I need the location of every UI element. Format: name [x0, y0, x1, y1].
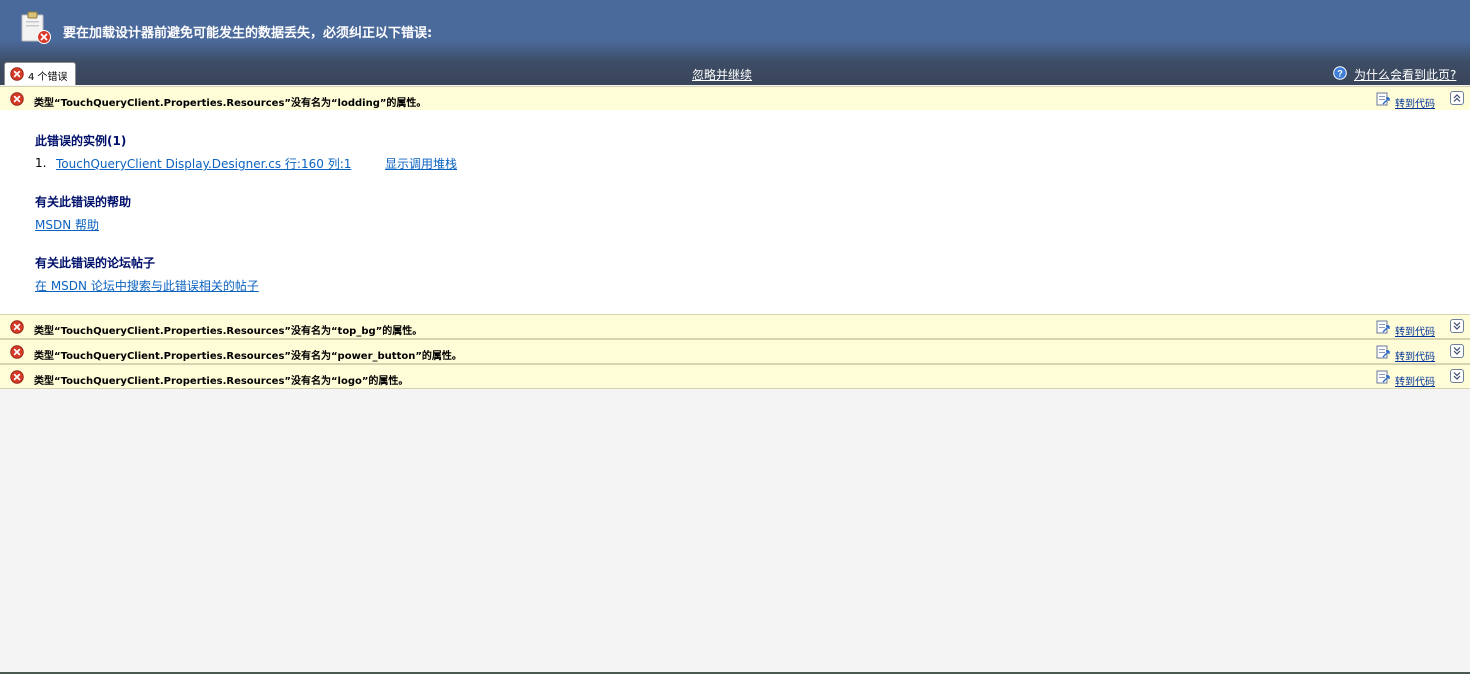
- svg-text:?: ?: [1337, 69, 1343, 79]
- error-row[interactable]: 类型“TouchQueryClient.Properties.Resources…: [0, 86, 1470, 111]
- msdn-forum-link[interactable]: 在 MSDN 论坛中搜索与此错误相关的帖子: [35, 277, 259, 294]
- chevron-down-double-icon: [1453, 372, 1461, 380]
- instance-link[interactable]: TouchQueryClient Display.Designer.cs 行:1…: [56, 155, 351, 172]
- show-call-stack-link[interactable]: 显示调用堆栈: [385, 155, 457, 172]
- error-header: 要在加载设计器前避免可能发生的数据丢失，必须纠正以下错误: 4 个错误 忽略并继…: [0, 0, 1470, 85]
- goto-code-link[interactable]: 转到代码: [1395, 95, 1435, 110]
- error-message: 类型“TouchQueryClient.Properties.Resources…: [34, 326, 423, 337]
- instances-title: 此错误的实例(1): [35, 134, 127, 148]
- error-row[interactable]: 类型“TouchQueryClient.Properties.Resources…: [0, 314, 1470, 339]
- chevron-up-double-icon: [1453, 94, 1461, 102]
- instance-number: 1.: [35, 156, 47, 170]
- expand-button[interactable]: [1450, 369, 1464, 383]
- page-title: 要在加载设计器前避免可能发生的数据丢失，必须纠正以下错误:: [63, 26, 433, 41]
- goto-code-icon[interactable]: [1376, 92, 1390, 106]
- why-see-page-link[interactable]: 为什么会看到此页?: [1354, 66, 1456, 83]
- goto-code-icon[interactable]: [1376, 370, 1390, 384]
- error-details-panel: 此错误的实例(1) 1. TouchQueryClient Display.De…: [0, 110, 1470, 315]
- goto-code-link[interactable]: 转到代码: [1395, 373, 1435, 388]
- error-circle-icon: [10, 67, 24, 81]
- error-row[interactable]: 类型“TouchQueryClient.Properties.Resources…: [0, 364, 1470, 389]
- expand-button[interactable]: [1450, 319, 1464, 333]
- goto-code-link[interactable]: 转到代码: [1395, 323, 1435, 338]
- error-circle-icon: [10, 370, 24, 384]
- tab-errors-label: 4 个错误: [28, 72, 68, 83]
- designer-error-page: 要在加载设计器前避免可能发生的数据丢失，必须纠正以下错误: 4 个错误 忽略并继…: [0, 0, 1470, 674]
- expand-button[interactable]: [1450, 344, 1464, 358]
- error-message: 类型“TouchQueryClient.Properties.Resources…: [34, 351, 462, 362]
- error-message: 类型“TouchQueryClient.Properties.Resources…: [34, 376, 409, 387]
- goto-code-link[interactable]: 转到代码: [1395, 348, 1435, 363]
- forum-title: 有关此错误的论坛帖子: [35, 256, 156, 270]
- tab-errors[interactable]: 4 个错误: [4, 62, 76, 85]
- error-message: 类型“TouchQueryClient.Properties.Resources…: [34, 98, 427, 109]
- chevron-down-double-icon: [1453, 322, 1461, 330]
- collapse-button[interactable]: [1450, 91, 1464, 105]
- help-circle-icon: ?: [1333, 66, 1347, 80]
- clipboard-error-icon: [21, 11, 51, 44]
- error-circle-icon: [10, 92, 24, 106]
- error-circle-icon: [10, 345, 24, 359]
- msdn-help-link[interactable]: MSDN 帮助: [35, 216, 99, 233]
- ignore-and-continue-link[interactable]: 忽略并继续: [692, 66, 752, 83]
- error-row[interactable]: 类型“TouchQueryClient.Properties.Resources…: [0, 339, 1470, 364]
- goto-code-icon[interactable]: [1376, 345, 1390, 359]
- chevron-down-double-icon: [1453, 347, 1461, 355]
- goto-code-icon[interactable]: [1376, 320, 1390, 334]
- help-title: 有关此错误的帮助: [35, 195, 132, 209]
- error-circle-icon: [10, 320, 24, 334]
